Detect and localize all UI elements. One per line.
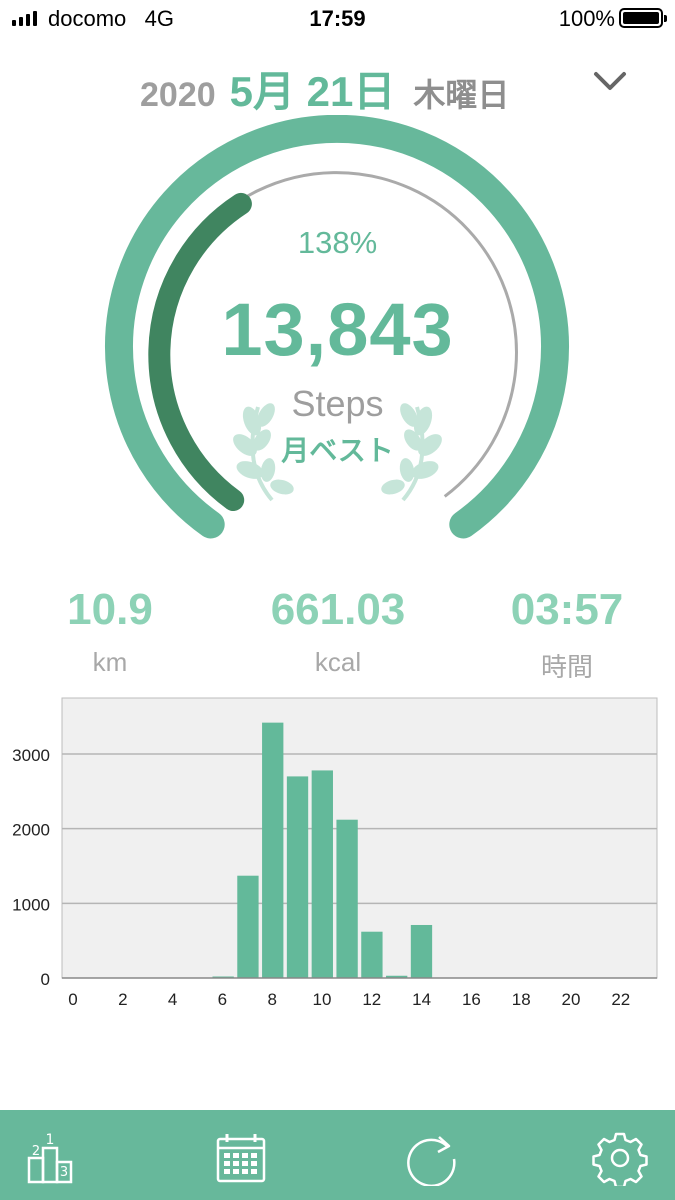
- status-bar: docomo 4G 17:59 100%: [0, 0, 675, 38]
- refresh-icon: [407, 1136, 456, 1186]
- goal-percent: 138%: [297, 225, 378, 260]
- duration-stat: 03:57 時間: [457, 585, 675, 684]
- steps-unit-label: Steps: [291, 383, 384, 424]
- tab-settings[interactable]: [592, 1130, 648, 1186]
- y-tick-label: 0: [41, 970, 50, 989]
- step-count: 13,843: [221, 288, 454, 371]
- x-tick-label: 20: [562, 990, 581, 1009]
- calendar-icon: [216, 1134, 266, 1183]
- x-tick-label: 2: [118, 990, 127, 1009]
- x-tick-label: 18: [512, 990, 531, 1009]
- distance-value: 10.9: [67, 585, 153, 634]
- tab-calendar[interactable]: [213, 1130, 269, 1186]
- chart-bar: [311, 770, 333, 978]
- x-tick-label: 10: [313, 990, 332, 1009]
- calories-stat: 661.03 kcal: [228, 585, 448, 678]
- calories-value: 661.03: [270, 585, 406, 634]
- chart-bar: [361, 931, 383, 978]
- date-header: 2020 5月 21日 木曜日: [0, 58, 675, 115]
- chevron-down-icon[interactable]: [590, 62, 630, 102]
- distance-stat: 10.9 km: [0, 585, 220, 678]
- signal-strength-icon: [12, 10, 37, 26]
- date-year: 2020: [140, 76, 216, 114]
- tab-bar: 1 2 3: [0, 1110, 675, 1200]
- chart-bar: [237, 875, 259, 978]
- x-tick-label: 22: [611, 990, 630, 1009]
- hourly-steps-chart: 0 1000 2000 3000 0 2 4 6 8 10 12 14 16 18 20 22: [0, 690, 675, 1020]
- y-tick-label: 3000: [12, 746, 50, 765]
- chart-bar: [410, 924, 433, 978]
- ranking-podium-icon: 1 2 3: [27, 1132, 73, 1184]
- date-weekday: 木曜日: [413, 77, 510, 113]
- tab-refresh[interactable]: [403, 1130, 459, 1186]
- tab-ranking[interactable]: 1 2 3: [24, 1130, 80, 1186]
- x-tick-label: 8: [267, 990, 276, 1009]
- gear-icon: [592, 1132, 648, 1186]
- x-tick-label: 6: [218, 990, 227, 1009]
- distance-unit: km: [92, 647, 128, 677]
- chart-bar: [286, 776, 309, 978]
- y-tick-label: 1000: [12, 895, 50, 914]
- chart-plot-area: [61, 697, 658, 979]
- duration-unit: 時間: [540, 652, 593, 682]
- monthly-best-badge: 月ベスト: [281, 435, 394, 466]
- hourly-steps-chart-svg: 0 1000 2000 3000 0 2 4 6 8 10 12 14 16 18 20 22: [12, 697, 658, 1009]
- y-tick-label: 2000: [12, 821, 50, 840]
- battery-icon: [619, 8, 667, 28]
- x-tick-label: 12: [362, 990, 381, 1009]
- stats-row: 10.9 km 661.03 kcal 03:57 時間: [0, 585, 675, 685]
- svg-text:2: 2: [32, 1144, 40, 1159]
- date-month-day: 5月 21日: [229, 68, 396, 115]
- carrier-name: docomo: [48, 6, 127, 31]
- chart-bar: [262, 722, 284, 978]
- network-type: 4G: [144, 6, 174, 31]
- svg-text:3: 3: [60, 1165, 68, 1180]
- chart-bar: [336, 819, 358, 978]
- svg-text:1: 1: [46, 1132, 55, 1148]
- x-tick-label: 14: [412, 990, 431, 1009]
- steps-gauge: 138% 13,843 Steps 月ベスト: [0, 115, 675, 565]
- x-tick-label: 16: [462, 990, 481, 1009]
- duration-value: 03:57: [510, 585, 624, 634]
- calories-unit: kcal: [314, 647, 362, 677]
- battery-percent: 100%: [558, 6, 615, 31]
- x-tick-label: 0: [68, 990, 77, 1009]
- carrier-label: docomo 4G: [48, 6, 174, 32]
- x-tick-label: 4: [168, 990, 177, 1009]
